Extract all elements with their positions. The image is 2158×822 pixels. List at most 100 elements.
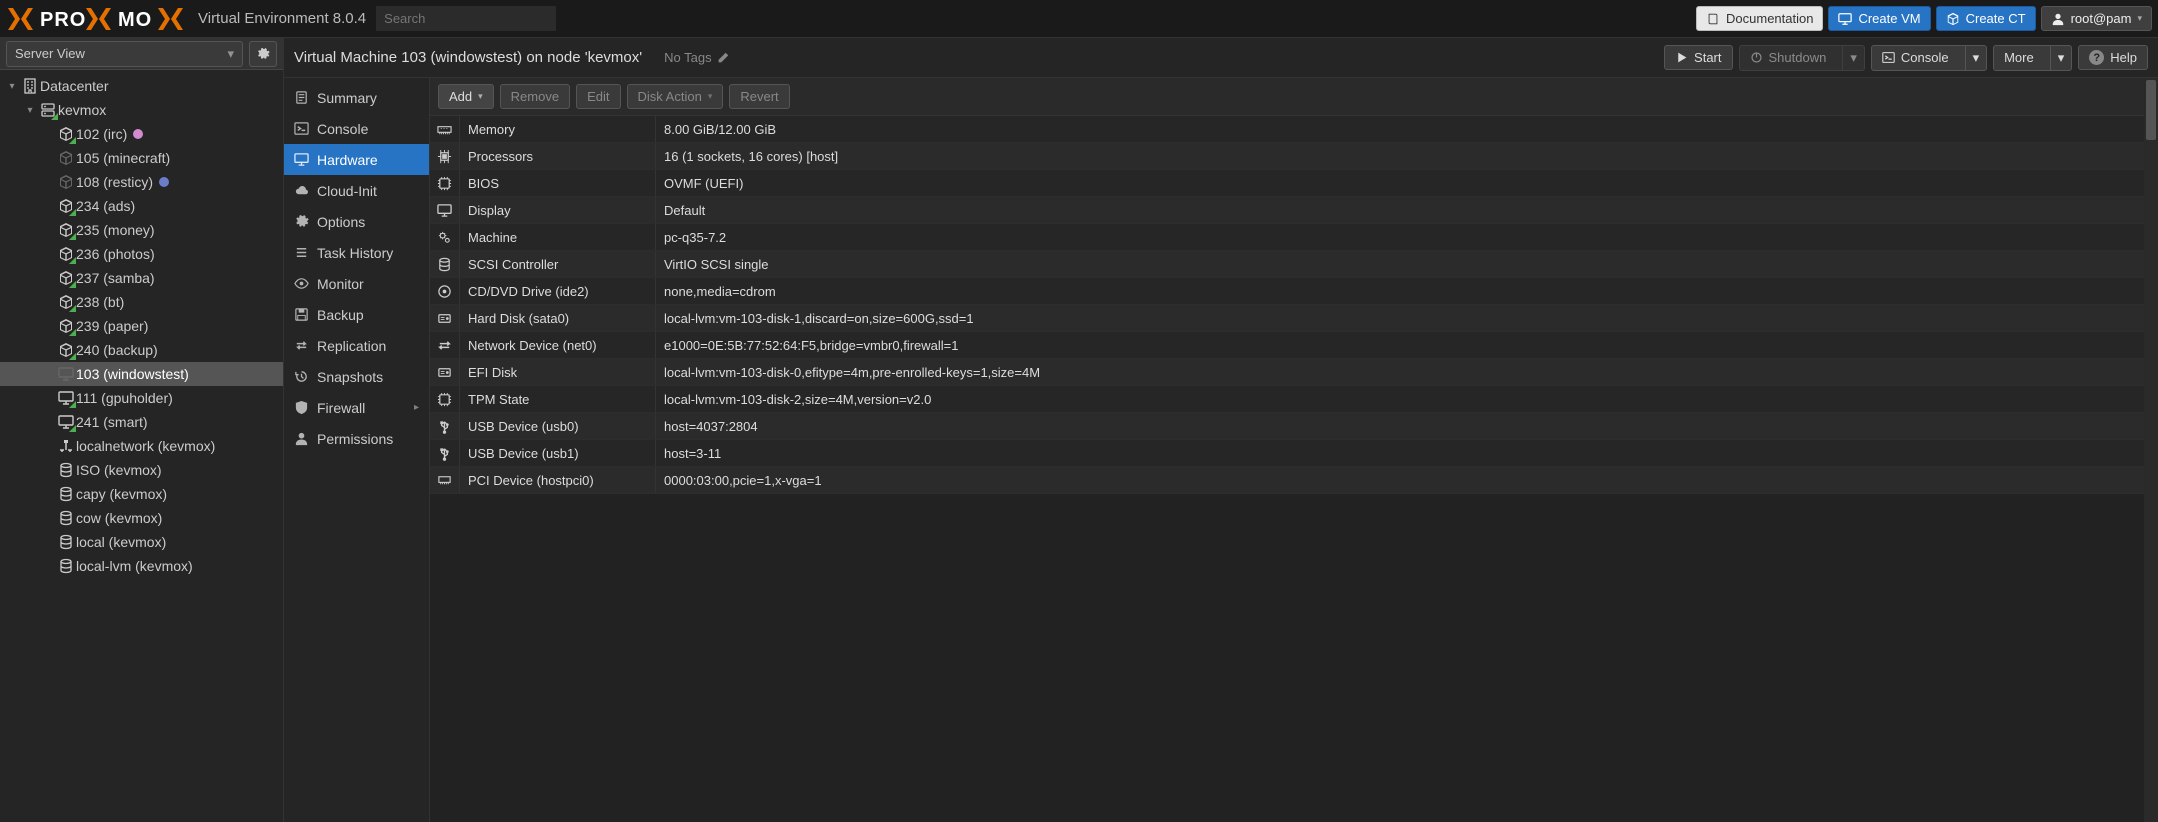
shutdown-button[interactable]: Shutdown ▾ (1739, 45, 1865, 71)
subnav-options[interactable]: Options (284, 206, 429, 237)
search-input[interactable] (376, 6, 556, 31)
tree-guest[interactable]: local-lvm (kevmox) (0, 554, 283, 578)
subnav-permissions[interactable]: Permissions (284, 423, 429, 454)
hardware-row[interactable]: USB Device (usb1) host=3-11 (430, 440, 2144, 467)
subnav-firewall[interactable]: Firewall ▸ (284, 392, 429, 423)
create-vm-button[interactable]: Create VM (1828, 6, 1930, 31)
subnav-task history[interactable]: Task History (284, 237, 429, 268)
subnav-console[interactable]: Console (284, 113, 429, 144)
scrollbar-thumb[interactable] (2146, 80, 2156, 140)
tree-item-icon (56, 462, 76, 478)
subnav-replication[interactable]: Replication (284, 330, 429, 361)
resource-tree: ▾ Datacenter ▾ kevmox 102 (irc) 105 (min… (0, 70, 283, 822)
tree-item-label: 240 (backup) (76, 342, 158, 358)
hardware-row[interactable]: PCI Device (hostpci0) 0000:03:00,pcie=1,… (430, 467, 2144, 494)
hardware-row[interactable]: Hard Disk (sata0) local-lvm:vm-103-disk-… (430, 305, 2144, 332)
tree-guest[interactable]: 240 (backup) (0, 338, 283, 362)
tree-guest[interactable]: local (kevmox) (0, 530, 283, 554)
tree-item-icon (20, 78, 40, 94)
tree-item-label: kevmox (58, 102, 106, 118)
chevron-down-icon: ▾ (478, 91, 483, 102)
more-button[interactable]: More ▾ (1993, 45, 2072, 71)
subnav-hardware[interactable]: Hardware (284, 144, 429, 175)
vertical-scrollbar[interactable] (2144, 78, 2158, 822)
subnav-snapshots[interactable]: Snapshots (284, 361, 429, 392)
revert-button[interactable]: Revert (729, 84, 789, 109)
tree-item-icon (56, 342, 76, 358)
subnav-label: Replication (317, 338, 386, 354)
start-label: Start (1694, 50, 1721, 65)
user-menu-button[interactable]: root@pam ▾ (2041, 6, 2152, 31)
tree-guest[interactable]: 234 (ads) (0, 194, 283, 218)
tree-guest[interactable]: ISO (kevmox) (0, 458, 283, 482)
edit-button[interactable]: Edit (576, 84, 620, 109)
view-select[interactable]: Server View ▾ (6, 41, 243, 67)
tree-guest[interactable]: 239 (paper) (0, 314, 283, 338)
hardware-row[interactable]: TPM State local-lvm:vm-103-disk-2,size=4… (430, 386, 2144, 413)
chevron-down-icon[interactable]: ▾ (1965, 46, 1987, 70)
hardware-row[interactable]: Display Default (430, 197, 2144, 224)
memory-icon (430, 116, 460, 142)
tree-item-label: 235 (money) (76, 222, 155, 238)
start-button[interactable]: Start (1664, 45, 1732, 70)
chip-icon (430, 170, 460, 196)
tree-guest[interactable]: 102 (irc) (0, 122, 283, 146)
hardware-key: CD/DVD Drive (ide2) (460, 278, 656, 304)
remove-button[interactable]: Remove (500, 84, 570, 109)
hardware-row[interactable]: Machine pc-q35-7.2 (430, 224, 2144, 251)
tree-item-icon (56, 198, 76, 214)
add-button[interactable]: Add▾ (438, 84, 494, 109)
tree-guest[interactable]: 241 (smart) (0, 410, 283, 434)
tree-guest[interactable]: 238 (bt) (0, 290, 283, 314)
tree-guest[interactable]: 111 (gpuholder) (0, 386, 283, 410)
swap-icon (294, 338, 309, 353)
hardware-row[interactable]: BIOS OVMF (UEFI) (430, 170, 2144, 197)
tree-item-label: 105 (minecraft) (76, 150, 170, 166)
hardware-key: BIOS (460, 170, 656, 196)
subnav-backup[interactable]: Backup (284, 299, 429, 330)
chevron-right-icon: ▸ (414, 402, 419, 413)
hardware-value: pc-q35-7.2 (656, 230, 2144, 245)
help-button[interactable]: ? Help (2078, 45, 2148, 70)
tree-guest[interactable]: 235 (money) (0, 218, 283, 242)
subnav-label: Console (317, 121, 368, 137)
subnav-label: Monitor (317, 276, 364, 292)
hardware-row[interactable]: Network Device (net0) e1000=0E:5B:77:52:… (430, 332, 2144, 359)
tree-settings-button[interactable] (249, 41, 277, 67)
hardware-row[interactable]: EFI Disk local-lvm:vm-103-disk-0,efitype… (430, 359, 2144, 386)
console-button[interactable]: Console ▾ (1871, 45, 1987, 71)
user-icon (294, 431, 309, 446)
subnav-label: Backup (317, 307, 364, 323)
hardware-row[interactable]: Processors 16 (1 sockets, 16 cores) [hos… (430, 143, 2144, 170)
help-icon: ? (2089, 50, 2104, 65)
tree-guest[interactable]: localnetwork (kevmox) (0, 434, 283, 458)
tree-guest[interactable]: 105 (minecraft) (0, 146, 283, 170)
chevron-down-icon[interactable]: ▾ (2050, 46, 2072, 70)
tree-guest[interactable]: cow (kevmox) (0, 506, 283, 530)
tree-item-icon (56, 414, 76, 430)
tags-editor[interactable]: No Tags (664, 50, 729, 65)
subnav-monitor[interactable]: Monitor (284, 268, 429, 299)
subnav-cloud-init[interactable]: Cloud-Init (284, 175, 429, 206)
disk-action-button[interactable]: Disk Action▾ (627, 84, 724, 109)
chevron-down-icon[interactable]: ▾ (1842, 46, 1864, 70)
tree-guest[interactable]: 236 (photos) (0, 242, 283, 266)
hardware-row[interactable]: CD/DVD Drive (ide2) none,media=cdrom (430, 278, 2144, 305)
hardware-key: USB Device (usb0) (460, 413, 656, 439)
tree-guest[interactable]: capy (kevmox) (0, 482, 283, 506)
create-ct-button[interactable]: Create CT (1936, 6, 2036, 31)
subnav-summary[interactable]: Summary (284, 82, 429, 113)
tree-guest[interactable]: 103 (windowstest) (0, 362, 283, 386)
tree-guest[interactable]: 237 (samba) (0, 266, 283, 290)
documentation-button[interactable]: Documentation (1696, 6, 1823, 31)
tree-datacenter[interactable]: ▾ Datacenter (0, 74, 283, 98)
tree-item-label: localnetwork (kevmox) (76, 438, 215, 454)
history-icon (294, 369, 309, 384)
hardware-row[interactable]: USB Device (usb0) host=4037:2804 (430, 413, 2144, 440)
app-header: PRO MO Virtual Environment 8.0.4 Documen… (0, 0, 2158, 38)
hardware-row[interactable]: SCSI Controller VirtIO SCSI single (430, 251, 2144, 278)
user-icon (2051, 12, 2065, 26)
tree-guest[interactable]: 108 (resticy) (0, 170, 283, 194)
hardware-row[interactable]: Memory 8.00 GiB/12.00 GiB (430, 116, 2144, 143)
tree-node[interactable]: ▾ kevmox (0, 98, 283, 122)
